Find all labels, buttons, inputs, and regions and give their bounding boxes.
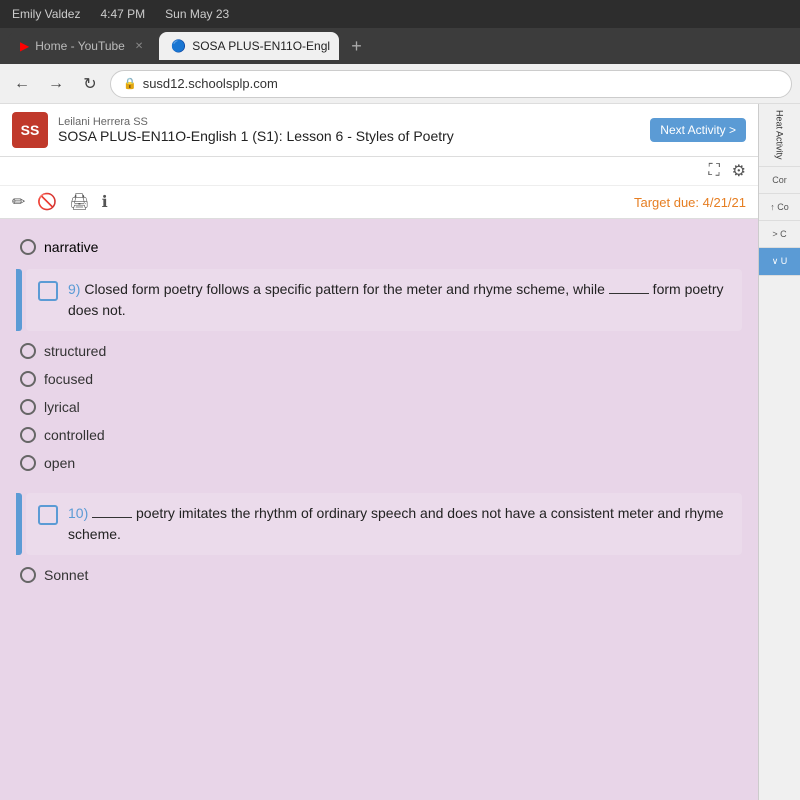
co-label: ↑ Co — [770, 202, 789, 212]
question-10-row: 10) poetry imitates the rhythm of ordina… — [16, 493, 742, 555]
option-lyrical-radio[interactable] — [20, 399, 36, 415]
option-controlled[interactable]: controlled — [16, 421, 742, 449]
spacer — [16, 477, 742, 487]
option-structured-radio[interactable] — [20, 343, 36, 359]
school-name: Leilani Herrera SS — [58, 116, 640, 128]
lesson-title: SOSA PLUS-EN11O-English 1 (S1): Lesson 6… — [58, 128, 640, 144]
question-9-row: 9) Closed form poetry follows a specific… — [16, 269, 742, 331]
youtube-tab-icon: ▶ — [20, 39, 29, 53]
page-content: SS Leilani Herrera SS SOSA PLUS-EN11O-En… — [0, 104, 758, 800]
address-bar[interactable]: 🔒 susd12.schoolsplp.com — [110, 70, 792, 98]
option-focused-radio[interactable] — [20, 371, 36, 387]
quiz-area: narrative 9) Closed form poetry follows … — [0, 219, 758, 800]
os-time: 4:47 PM — [100, 7, 145, 21]
lock-icon: 🔒 — [123, 77, 137, 90]
nav-bar: ← → ↻ 🔒 susd12.schoolsplp.com — [0, 64, 800, 104]
q10-number: 10) — [68, 505, 92, 521]
u-label: ∨ U — [772, 256, 788, 267]
question-10-marker — [16, 493, 22, 555]
option-open-label: open — [44, 455, 75, 471]
option-sonnet-label: Sonnet — [44, 567, 88, 583]
os-bar: Emily Valdez 4:47 PM Sun May 23 — [0, 0, 800, 28]
os-date: Sun May 23 — [165, 7, 229, 21]
refresh-button[interactable]: ↻ — [76, 70, 104, 98]
option-controlled-label: controlled — [44, 427, 105, 443]
browser-content: SS Leilani Herrera SS SOSA PLUS-EN11O-En… — [0, 104, 800, 800]
header-icons-row: ⛶ ⚙ — [0, 157, 758, 186]
right-sidebar: Heat Activity Cor ↑ Co > C ∨ U — [758, 104, 800, 800]
q9-number: 9) — [68, 281, 84, 297]
narrative-radio[interactable] — [20, 239, 36, 255]
sosa-tab-label: SOSA PLUS-EN11O-Engl — [192, 39, 330, 53]
question-9-icon — [38, 281, 58, 301]
option-lyrical-label: lyrical — [44, 399, 80, 415]
school-logo: SS — [12, 112, 48, 148]
option-focused[interactable]: focused — [16, 365, 742, 393]
option-open-radio[interactable] — [20, 455, 36, 471]
option-sonnet-radio[interactable] — [20, 567, 36, 583]
option-lyrical[interactable]: lyrical — [16, 393, 742, 421]
tab-sosa[interactable]: 🔵 SOSA PLUS-EN11O-Engl ✕ — [159, 32, 339, 60]
option-open[interactable]: open — [16, 449, 742, 477]
page-title-group: Leilani Herrera SS SOSA PLUS-EN11O-Engli… — [58, 116, 640, 144]
narrative-answer: narrative — [16, 231, 742, 263]
option-structured[interactable]: structured — [16, 337, 742, 365]
sidebar-cor[interactable]: Cor — [759, 167, 800, 194]
question-10-block: 10) poetry imitates the rhythm of ordina… — [26, 493, 742, 555]
new-tab-button[interactable]: + — [343, 36, 370, 57]
sosa-tab-icon: 🔵 — [171, 39, 186, 53]
question-10-icon — [38, 505, 58, 525]
q10-blank — [92, 517, 132, 518]
question-9-marker — [16, 269, 22, 331]
address-text: susd12.schoolsplp.com — [143, 76, 278, 91]
question-10-text: 10) poetry imitates the rhythm of ordina… — [68, 503, 730, 545]
next-activity-button[interactable]: Next Activity > — [650, 118, 746, 142]
ban-icon[interactable]: 🚫 — [37, 192, 57, 212]
tab-youtube[interactable]: ▶ Home - YouTube ✕ — [8, 32, 155, 60]
question-9-text: 9) Closed form poetry follows a specific… — [68, 279, 730, 321]
page-header: SS Leilani Herrera SS SOSA PLUS-EN11O-En… — [0, 104, 758, 157]
c-label: > C — [772, 229, 786, 239]
sidebar-c[interactable]: > C — [759, 221, 800, 248]
narrative-label: narrative — [44, 239, 98, 255]
option-focused-label: focused — [44, 371, 93, 387]
toolbar: ✏ 🚫 🖨 ℹ Target due: 4/21/21 — [0, 186, 758, 219]
q9-blank — [609, 293, 649, 294]
back-button[interactable]: ← — [8, 70, 36, 98]
sidebar-u[interactable]: ∨ U — [759, 248, 800, 276]
option-structured-label: structured — [44, 343, 106, 359]
sidebar-heat-activity[interactable]: Heat Activity — [759, 104, 800, 167]
info-icon[interactable]: ℹ — [102, 192, 108, 212]
forward-button[interactable]: → — [42, 70, 70, 98]
print-icon[interactable]: 🖨 — [69, 192, 89, 212]
settings-icon[interactable]: ⚙ — [732, 161, 746, 181]
question-9-block: 9) Closed form poetry follows a specific… — [26, 269, 742, 331]
os-user: Emily Valdez — [12, 7, 80, 21]
heat-activity-label: Heat Activity — [775, 110, 785, 160]
option-sonnet[interactable]: Sonnet — [16, 561, 742, 589]
edit-icon[interactable]: ✏ — [12, 192, 25, 212]
cor-label: Cor — [772, 175, 787, 185]
expand-icon[interactable]: ⛶ — [708, 162, 719, 180]
browser-chrome: ▶ Home - YouTube ✕ 🔵 SOSA PLUS-EN11O-Eng… — [0, 28, 800, 64]
sidebar-co[interactable]: ↑ Co — [759, 194, 800, 221]
youtube-tab-close[interactable]: ✕ — [135, 41, 143, 52]
youtube-tab-label: Home - YouTube — [35, 39, 125, 53]
option-controlled-radio[interactable] — [20, 427, 36, 443]
target-due: Target due: 4/21/21 — [634, 195, 746, 210]
